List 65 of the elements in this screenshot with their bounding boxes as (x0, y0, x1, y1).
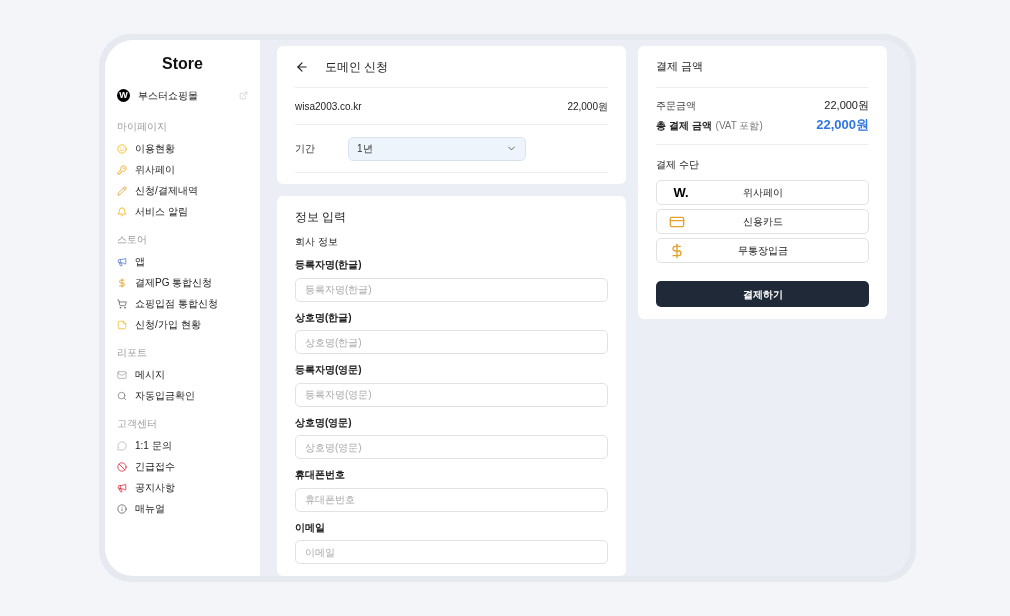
methods-title: 결제 수단 (656, 158, 700, 172)
note-icon (117, 319, 127, 330)
search-icon (117, 390, 127, 401)
bell-icon (117, 206, 127, 217)
sidebar-item[interactable]: 쇼핑입점 통합신청 (117, 293, 248, 314)
speech-bubble-icon (117, 440, 127, 451)
sidebar-item[interactable]: 긴급접수 (117, 456, 248, 477)
total-amount: 22,000원 (816, 116, 869, 135)
order-amount-label: 주문금액 (656, 98, 696, 113)
payment-method-button[interactable]: 무통장입금 (656, 238, 869, 263)
field-label: 등록자명(한글) (295, 258, 363, 272)
brand-logo: W. (672, 183, 690, 202)
cart-icon (117, 298, 127, 309)
section-title: 스토어 (117, 233, 148, 247)
sidebar-item[interactable]: 위사페이 (117, 159, 248, 180)
sidebar-item[interactable]: 자동입금확인 (117, 385, 248, 406)
section-heading: 정보 입력 (295, 209, 348, 226)
subsection-heading: 회사 정보 (295, 235, 339, 249)
section-title: 마이페이지 (117, 120, 168, 134)
payment-method-button[interactable]: 신용카드 (656, 209, 869, 234)
info-icon (117, 503, 127, 514)
section-title: 고객센터 (117, 417, 158, 431)
input-field[interactable]: 휴대폰번호 (295, 487, 608, 512)
field-label: 상호명(한글) (295, 310, 353, 325)
input-field[interactable]: 이메일 (295, 540, 608, 564)
sidebar-item[interactable]: 신청/가입 현황 (117, 314, 248, 335)
sidebar-item[interactable]: 이용현황 (117, 138, 248, 159)
vat-note: (VAT 포함) (715, 118, 763, 133)
domain-price: 22,000원 (567, 99, 608, 114)
sidebar-item[interactable]: 앱 (117, 251, 248, 272)
period-select[interactable]: 1년 (348, 136, 526, 161)
store-logo: Store (162, 54, 203, 74)
order-amount: 22,000원 (824, 97, 869, 113)
megaphone-icon (117, 482, 127, 493)
pencil-icon (117, 185, 127, 196)
page-title: 도메인 신청 (325, 58, 389, 76)
payment-method-button[interactable]: W. 위사페이 (656, 180, 869, 205)
smile-icon (117, 143, 127, 154)
shop-name[interactable]: 부스터쇼핑몰 (138, 88, 231, 103)
input-field[interactable]: 상호명(한글) (295, 330, 608, 354)
prohibited-icon (117, 461, 127, 472)
sidebar-item[interactable]: 서비스 알림 (117, 201, 248, 222)
input-field[interactable]: 상호명(영문) (295, 435, 608, 459)
section-title: 리포트 (117, 346, 148, 360)
shop-badge: W (117, 89, 130, 102)
field-label: 상호명(영문) (295, 415, 353, 430)
domain-name: wisa2003.co.kr (295, 99, 362, 114)
key-icon (117, 164, 127, 175)
envelope-icon (117, 369, 127, 380)
sidebar-item[interactable]: 공지사항 (117, 477, 248, 498)
pay-button[interactable]: 결제하기 (656, 281, 869, 307)
sidebar-item[interactable]: 1:1 문의 (117, 435, 248, 456)
field-label: 등록자명(영문) (295, 363, 363, 377)
sidebar-item[interactable]: 매뉴얼 (117, 498, 248, 519)
field-label: 이메일 (295, 520, 326, 535)
input-field[interactable]: 등록자명(영문) (295, 382, 608, 407)
sidebar-item[interactable]: 신청/결제내역 (117, 180, 248, 201)
sidebar-item[interactable]: 결제PG 통합신청 (117, 272, 248, 293)
field-label: 휴대폰번호 (295, 468, 346, 482)
payment-title: 결제 금액 (656, 59, 704, 75)
input-field[interactable]: 등록자명(한글) (295, 277, 608, 302)
megaphone-icon (117, 256, 127, 267)
total-amount-label: 총 결제 금액 (656, 118, 712, 133)
sidebar-item[interactable]: 메시지 (117, 364, 248, 385)
period-label: 기간 (295, 142, 316, 156)
